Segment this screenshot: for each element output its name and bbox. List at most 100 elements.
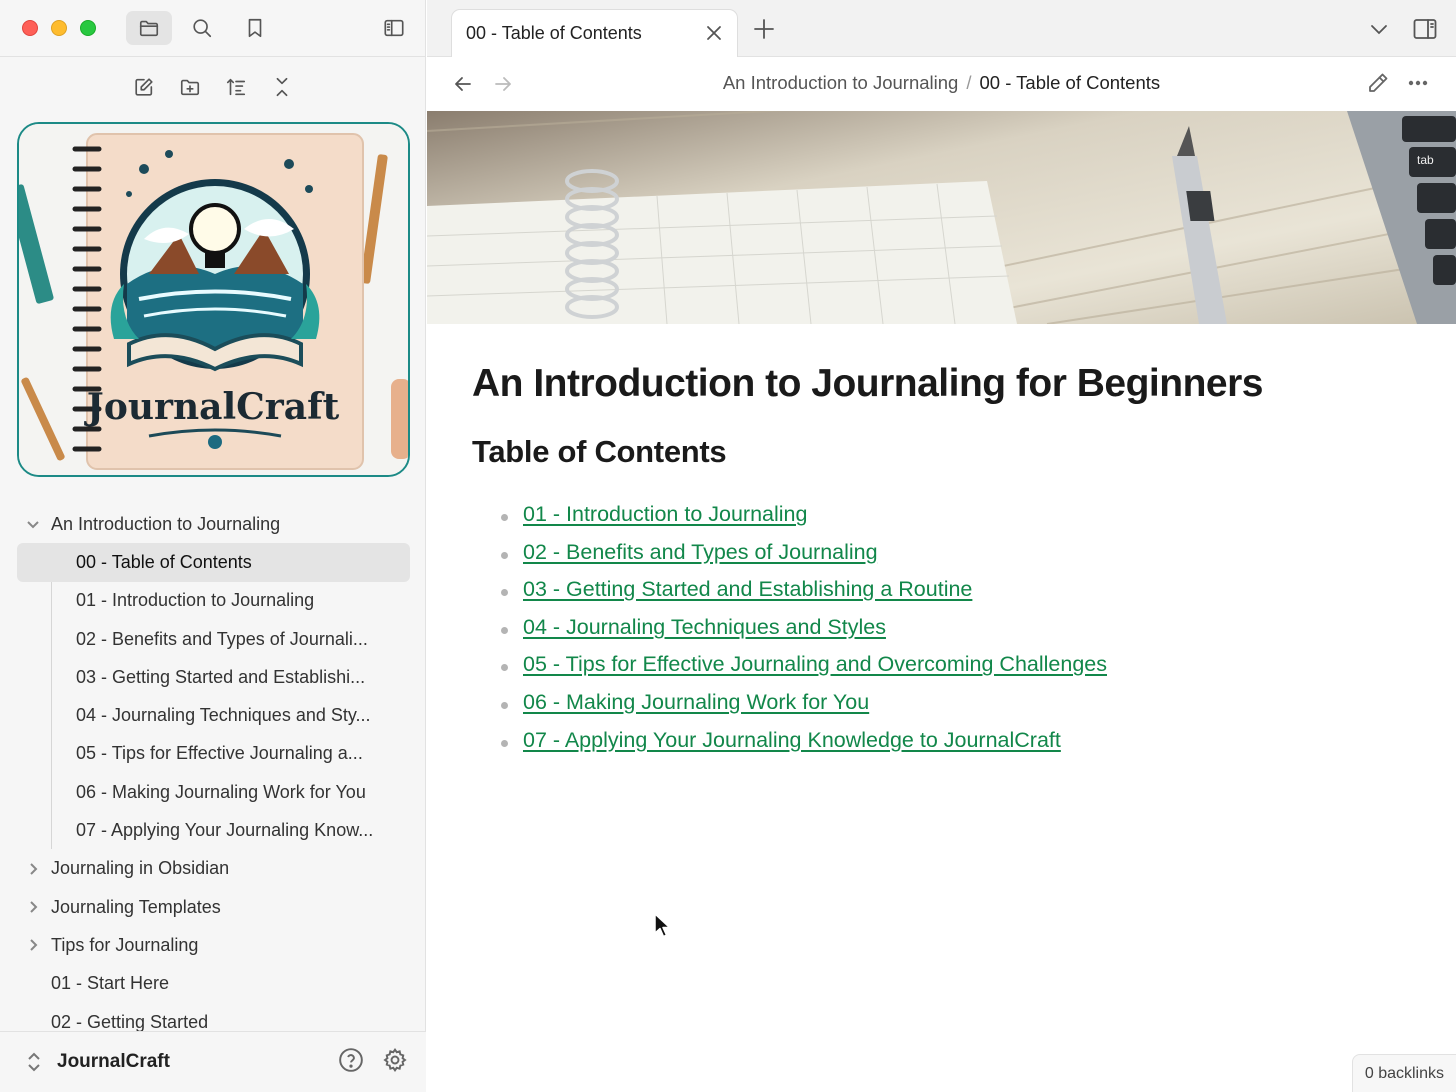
file-label: 07 - Applying Your Journaling Know...: [76, 820, 374, 841]
folder-tips-for-journaling[interactable]: Tips for Journaling: [17, 926, 410, 964]
file-label: 01 - Start Here: [51, 973, 170, 994]
file-label: 04 - Journaling Techniques and Sty...: [76, 705, 371, 726]
minimize-window-button[interactable]: [51, 20, 67, 36]
list-item: 04 - Journaling Techniques and Styles: [472, 615, 1412, 653]
tab-bar: 00 - Table of Contents: [427, 0, 1456, 57]
folder-icon: [139, 20, 159, 37]
more-options-icon[interactable]: [1406, 71, 1432, 97]
file-label: 02 - Benefits and Types of Journali...: [76, 628, 368, 649]
new-folder-button[interactable]: [173, 70, 207, 104]
tree-file-03[interactable]: 03 - Getting Started and Establishi...: [17, 658, 410, 696]
tree-file-start-here[interactable]: 01 - Start Here: [17, 965, 410, 1003]
tree-file-07[interactable]: 07 - Applying Your Journaling Know...: [17, 811, 410, 849]
sort-icon: [226, 78, 246, 96]
breadcrumb-current[interactable]: 00 - Table of Contents: [979, 72, 1160, 93]
file-label: 03 - Getting Started and Establishi...: [76, 666, 366, 687]
chevron-right-icon[interactable]: [25, 861, 41, 877]
tree-file-02[interactable]: 02 - Benefits and Types of Journali...: [17, 620, 410, 658]
bookmark-icon: [248, 18, 262, 38]
editor-area: 00 - Table of Contents An Introduction t…: [427, 0, 1456, 1092]
collapse-sidebar-button[interactable]: [371, 11, 417, 45]
back-arrow-icon[interactable]: [451, 72, 475, 96]
search-view-button[interactable]: [179, 11, 225, 45]
tab-list-chevron-down-icon[interactable]: [1368, 18, 1390, 40]
close-tab-icon[interactable]: [703, 22, 725, 44]
list-item: 07 - Applying Your Journaling Knowledge …: [472, 728, 1412, 766]
bookmarks-view-button[interactable]: [232, 11, 278, 45]
section-heading: Table of Contents: [472, 434, 727, 469]
zoom-window-button[interactable]: [80, 20, 96, 36]
sidebar-footer: JournalCraft: [0, 1031, 426, 1092]
sidebar-titlebar: [0, 0, 426, 57]
files-view-button[interactable]: [126, 11, 172, 45]
tree-file-01[interactable]: 01 - Introduction to Journaling: [17, 582, 410, 620]
view-header: An Introduction to Journaling / 00 - Table…: [427, 57, 1456, 111]
left-sidebar: JournalCraft An Introduction to Journali…: [0, 0, 426, 1092]
breadcrumb-separator: /: [966, 72, 972, 93]
collapse-all-button[interactable]: [265, 70, 299, 104]
list-item: 03 - Getting Started and Establishing a …: [472, 577, 1412, 615]
folder-label: An Introduction to Journaling: [51, 513, 281, 534]
new-note-icon: [135, 78, 153, 96]
breadcrumb: An Introduction to Journaling / 00 - Table…: [427, 72, 1456, 94]
breadcrumb-parent[interactable]: An Introduction to Journaling: [723, 72, 959, 93]
toc-link-06[interactable]: 06 - Making Journaling Work for You: [523, 690, 869, 714]
app-window: JournalCraft An Introduction to Journali…: [0, 0, 1456, 1092]
folder-journaling-in-obsidian[interactable]: Journaling in Obsidian: [17, 850, 410, 888]
sidebar-toggle-icon: [384, 19, 404, 37]
search-icon: [193, 19, 212, 38]
file-label: 02 - Getting Started: [51, 1011, 209, 1032]
note-content: An Introduction to Journaling for Beginn…: [472, 362, 1412, 765]
toc-link-04[interactable]: 04 - Journaling Techniques and Styles: [523, 615, 886, 639]
help-icon[interactable]: [338, 1047, 364, 1078]
toc-link-07[interactable]: 07 - Applying Your Journaling Knowledge …: [523, 728, 1061, 752]
list-item: 02 - Benefits and Types of Journaling: [472, 540, 1412, 578]
close-window-button[interactable]: [22, 20, 38, 36]
list-item: 05 - Tips for Effective Journaling and O…: [472, 652, 1412, 690]
folder-label: Tips for Journaling: [51, 934, 199, 955]
svg-text:tab: tab: [1417, 153, 1434, 167]
list-item: 01 - Introduction to Journaling: [472, 502, 1412, 540]
file-explorer-actions: [0, 70, 426, 106]
document-title: An Introduction to Journaling for Beginn…: [472, 362, 1263, 405]
chevron-right-icon[interactable]: [25, 899, 41, 915]
tab-title: 00 - Table of Contents: [466, 23, 642, 43]
file-label: 00 - Table of Contents: [76, 551, 252, 572]
cover-brand-text: JournalCraft: [84, 386, 340, 428]
tree-file-05[interactable]: 05 - Tips for Effective Journaling a...: [17, 735, 410, 773]
tree-file-06[interactable]: 06 - Making Journaling Work for You: [17, 773, 410, 811]
list-item: 06 - Making Journaling Work for You: [472, 690, 1412, 728]
backlinks-status[interactable]: 0 backlinks: [1351, 1054, 1456, 1092]
folder-journaling-templates[interactable]: Journaling Templates: [17, 888, 410, 926]
toc-link-05[interactable]: 05 - Tips for Effective Journaling and O…: [523, 652, 1107, 676]
folder-label: Journaling Templates: [51, 896, 221, 917]
file-tree: An Introduction to Journaling 00 - Table…: [17, 505, 410, 1041]
vault-name[interactable]: JournalCraft: [57, 1051, 170, 1073]
file-label: 05 - Tips for Effective Journaling a...: [76, 743, 363, 764]
new-note-button[interactable]: [127, 70, 161, 104]
file-label: 01 - Introduction to Journaling: [76, 590, 315, 611]
file-label: 06 - Making Journaling Work for You: [76, 781, 366, 802]
journalcraft-logo-illustration: JournalCraft: [19, 124, 408, 475]
new-folder-icon: [180, 79, 200, 96]
new-tab-plus-icon[interactable]: [751, 16, 777, 42]
toc-link-01[interactable]: 01 - Introduction to Journaling: [523, 502, 807, 526]
chevron-down-icon[interactable]: [25, 516, 41, 532]
toc-link-03[interactable]: 03 - Getting Started and Establishing a …: [523, 577, 972, 601]
folder-label: Journaling in Obsidian: [51, 858, 230, 879]
folder-an-introduction-to-journaling[interactable]: An Introduction to Journaling: [17, 505, 410, 543]
toc-link-02[interactable]: 02 - Benefits and Types of Journaling: [523, 540, 878, 564]
edit-pencil-icon[interactable]: [1366, 71, 1392, 97]
sort-button[interactable]: [219, 70, 253, 104]
tree-file-04[interactable]: 04 - Journaling Techniques and Sty...: [17, 696, 410, 734]
right-sidebar-toggle-icon[interactable]: [1412, 16, 1438, 42]
mouse-cursor-icon: [654, 913, 671, 938]
chevron-right-icon[interactable]: [25, 937, 41, 953]
table-of-contents-list: 01 - Introduction to Journaling 02 - Ben…: [472, 502, 1412, 765]
collapse-all-icon: [276, 77, 288, 97]
settings-gear-icon[interactable]: [382, 1047, 408, 1078]
forward-arrow-icon[interactable]: [491, 72, 515, 96]
tree-file-00-table-of-contents[interactable]: 00 - Table of Contents: [17, 543, 410, 582]
tab-table-of-contents[interactable]: 00 - Table of Contents: [451, 9, 738, 57]
vault-switcher-icon[interactable]: [26, 1051, 42, 1073]
